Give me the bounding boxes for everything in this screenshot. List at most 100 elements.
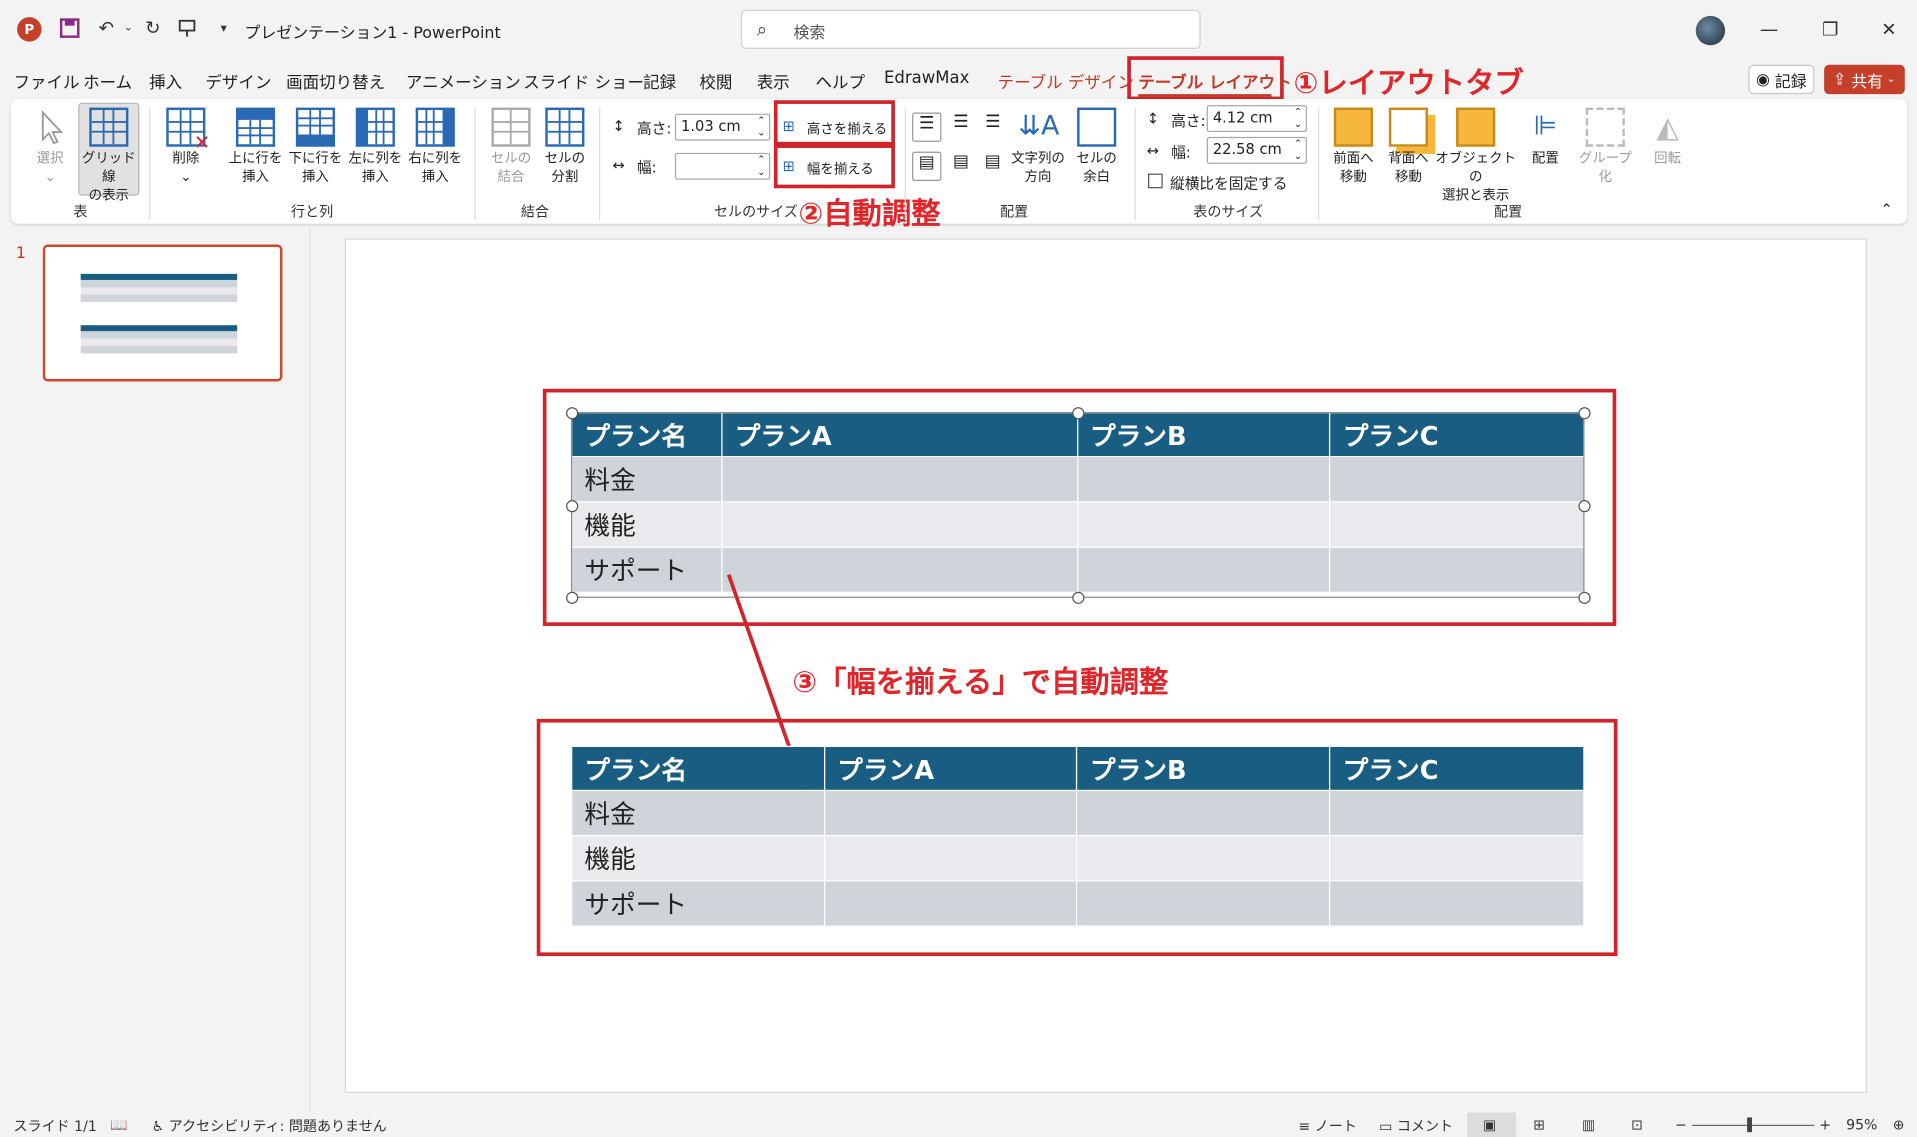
tab-review[interactable]: 校閲 <box>699 68 732 93</box>
insert-above-label: 上に行を 挿入 <box>228 150 283 185</box>
slide-counter: スライド 1/1 <box>13 1117 97 1135</box>
share-button[interactable]: ⇪ 共有 ⌄ <box>1824 64 1905 95</box>
slide-thumbnail[interactable] <box>42 244 283 382</box>
merge-cells-button[interactable]: セルの 結合 <box>487 107 536 186</box>
close-icon[interactable]: ✕ <box>1871 15 1908 44</box>
zoom-out-icon[interactable]: − <box>1675 1116 1687 1133</box>
table-height-input[interactable]: 4.12 cm ⌃ ⌄ <box>1206 105 1307 133</box>
insert-column-right-icon <box>415 107 455 147</box>
align-middle-icon[interactable]: ▤ <box>946 152 975 181</box>
align-center-icon[interactable]: ☰ <box>946 112 975 141</box>
group-label-cell-size: セルのサイズ <box>713 202 798 221</box>
group-separator <box>1134 107 1136 221</box>
tab-help[interactable]: ヘルプ <box>815 68 865 93</box>
reading-view-icon[interactable]: ▥ <box>1582 1116 1595 1133</box>
restore-icon[interactable]: ❐ <box>1812 15 1849 44</box>
tab-home[interactable]: ホーム <box>83 68 132 93</box>
bring-forward-button[interactable]: 前面へ 移動 <box>1325 107 1381 186</box>
tab-insert[interactable]: 挿入 <box>149 68 182 93</box>
spinner-icon[interactable]: ⌃ ⌄ <box>1294 138 1302 162</box>
text-direction-button[interactable]: ⇊A 文字列の 方向 <box>1007 108 1068 186</box>
group-icon <box>1585 107 1625 147</box>
slide-sorter-icon[interactable]: ⊞ <box>1533 1116 1545 1133</box>
table-width-input[interactable]: 22.58 cm ⌃ ⌄ <box>1206 136 1307 164</box>
cell-height-input[interactable]: 1.03 cm ⌃ ⌄ <box>674 113 771 141</box>
delete-button[interactable]: ✕ 削除 ⌄ <box>163 107 210 186</box>
align-button[interactable]: ⊫ 配置 <box>1521 108 1570 168</box>
table-width-label: 幅: <box>1171 144 1191 162</box>
send-backward-button[interactable]: 背面へ 移動 <box>1382 107 1436 186</box>
zoom-level[interactable]: 95% <box>1846 1116 1877 1133</box>
insert-row-below-icon <box>295 107 335 147</box>
cell-margins-button[interactable]: セルの 余白 <box>1071 107 1122 186</box>
search-icon: ⌕ <box>756 18 768 41</box>
notes-button[interactable]: ≡ ノート <box>1298 1116 1356 1136</box>
redo-icon[interactable]: ↻ <box>139 15 166 42</box>
tab-design[interactable]: デザイン <box>205 68 271 93</box>
group-button[interactable]: グループ化 <box>1572 107 1638 186</box>
notes-label: ノート <box>1314 1117 1357 1135</box>
tab-transitions[interactable]: 画面切り替え <box>286 68 385 93</box>
slideshow-icon[interactable]: ⊡ <box>1631 1116 1643 1133</box>
tab-slideshow[interactable]: スライド ショー <box>523 68 644 93</box>
minimize-icon[interactable]: — <box>1751 15 1788 44</box>
customize-qat-icon[interactable]: ▾ <box>210 15 237 42</box>
annotation-distribute-width: ③「幅を揃える」で自動調整 <box>792 665 1169 700</box>
align-right-icon[interactable]: ☰ <box>978 112 1007 141</box>
select-button[interactable]: 選択 ⌄ <box>27 108 73 186</box>
spell-check-icon[interactable]: 📖 <box>110 1116 128 1133</box>
rotate-button[interactable]: ◭ 回転 <box>1643 108 1692 168</box>
table-width-icon: ↔ <box>1146 141 1160 159</box>
record-button[interactable]: ◉ 記録 <box>1748 64 1815 95</box>
distribute-rows-highlight <box>773 100 895 146</box>
zoom-slider-track[interactable] <box>1692 1124 1815 1127</box>
spinner-icon[interactable]: ⌃ ⌄ <box>757 115 765 139</box>
save-icon[interactable] <box>56 15 83 42</box>
insert-row-above-icon <box>235 107 276 147</box>
text-direction-icon: ⇊A <box>1018 111 1060 142</box>
tab-record[interactable]: 記録 <box>643 68 676 93</box>
tab-edrawmax[interactable]: EdrawMax <box>884 68 969 88</box>
fit-to-window-icon[interactable]: ⊕ <box>1893 1116 1905 1133</box>
insert-right-label: 右に列を 挿入 <box>408 150 463 185</box>
tab-animations[interactable]: アニメーション <box>406 68 521 93</box>
notes-icon: ≡ <box>1298 1117 1315 1135</box>
powerpoint-icon: P <box>17 17 42 42</box>
avatar[interactable] <box>1695 15 1726 46</box>
tab-view[interactable]: 表示 <box>757 68 790 93</box>
lock-ratio-checkbox[interactable] <box>1148 173 1163 189</box>
insert-column-left-icon <box>355 107 395 147</box>
zoom-in-icon[interactable]: + <box>1819 1116 1831 1133</box>
accessibility-status[interactable]: ♿ アクセシビリティ: 問題ありません <box>152 1116 387 1136</box>
cell-width-input[interactable]: ⌃ ⌄ <box>674 152 771 180</box>
collapse-ribbon-icon[interactable]: ⌃ <box>1880 201 1892 218</box>
tab-file[interactable]: ファイル <box>13 68 79 93</box>
search-box[interactable]: ⌕ 検索 <box>740 9 1201 49</box>
align-bottom-icon[interactable]: ▤ <box>978 152 1007 181</box>
selection-pane-button[interactable]: オブジェクトの 選択と表示 <box>1435 107 1516 205</box>
group-separator <box>599 107 601 221</box>
insert-below-button[interactable]: 下に行を 挿入 <box>287 107 343 186</box>
annotation-layout-tab: ①レイアウトタブ <box>1293 66 1524 101</box>
tab-table-design[interactable]: テーブル デザイン <box>998 68 1134 93</box>
align-top-icon[interactable]: ▤ <box>912 151 942 181</box>
group-separator <box>1317 107 1320 221</box>
split-cells-button[interactable]: セルの 分割 <box>540 107 589 186</box>
zoom-slider-thumb[interactable] <box>1747 1117 1752 1133</box>
normal-view-icon[interactable]: ▣ <box>1483 1116 1496 1133</box>
insert-left-button[interactable]: 左に列を 挿入 <box>347 107 403 186</box>
insert-right-button[interactable]: 右に列を 挿入 <box>407 107 463 186</box>
thumb-table-body <box>80 331 238 354</box>
before-highlight-box <box>542 388 1617 626</box>
view-gridlines-button[interactable]: グリッド線 の表示 <box>78 107 139 205</box>
table-height-value: 4.12 cm <box>1212 108 1273 126</box>
spinner-icon[interactable]: ⌃ ⌄ <box>757 154 765 178</box>
tab-table-layout[interactable]: テーブル レイアウト <box>1138 68 1291 93</box>
undo-dropdown-icon[interactable]: ⌄ <box>115 15 142 42</box>
present-icon[interactable] <box>174 15 201 42</box>
after-highlight-box <box>536 718 1618 957</box>
align-left-icon[interactable]: ☰ <box>912 112 942 142</box>
insert-above-button[interactable]: 上に行を 挿入 <box>227 107 283 186</box>
spinner-icon[interactable]: ⌃ ⌄ <box>1294 106 1302 130</box>
comments-button[interactable]: ▭ コメント <box>1379 1116 1453 1136</box>
